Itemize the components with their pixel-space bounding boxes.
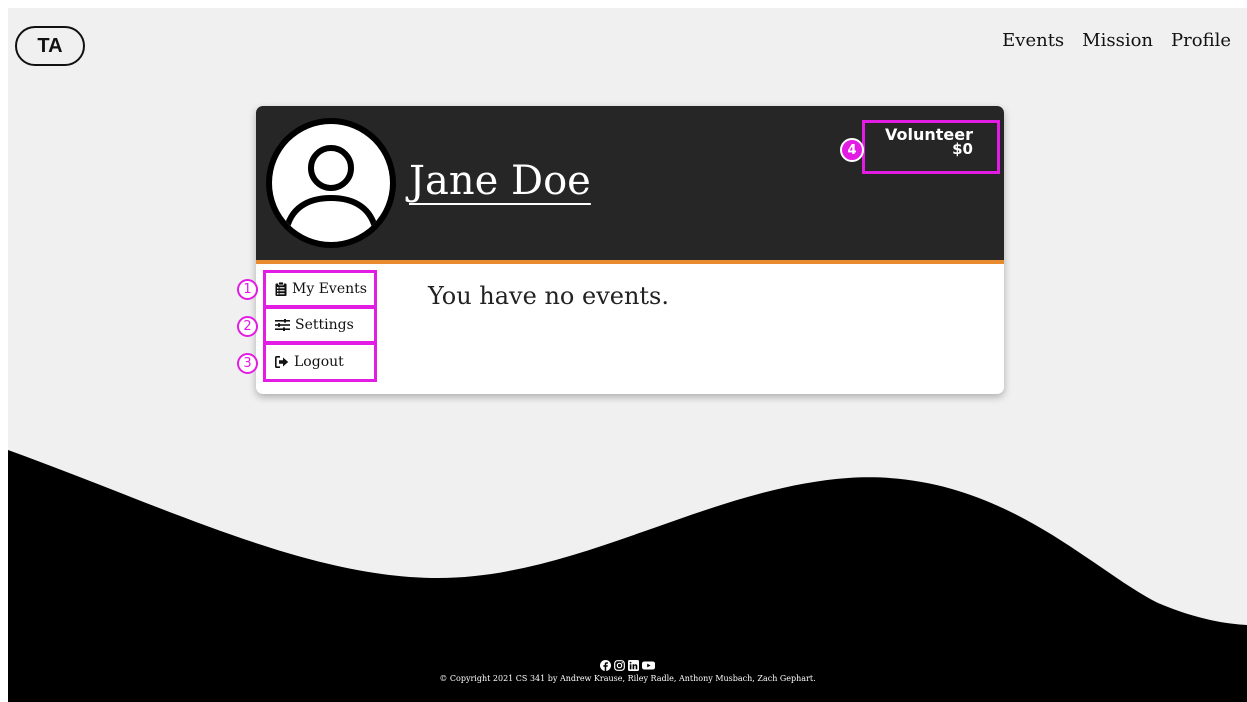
footer: © Copyright 2021 CS 341 by Andrew Krause… [8, 660, 1247, 683]
profile-card: Jane Doe Volunteer $0 My Events Settings… [256, 106, 1004, 394]
profile-header: Jane Doe Volunteer $0 [256, 106, 1004, 264]
logo[interactable]: TA [15, 26, 85, 66]
sliders-icon [275, 319, 290, 331]
sign-out-icon [275, 356, 289, 368]
user-name: Jane Doe [409, 158, 591, 204]
sidebar-item-settings[interactable]: Settings [263, 306, 377, 344]
donation-amount: $0 [952, 140, 973, 158]
sidebar-item-label: My Events [292, 281, 367, 297]
sidebar-item-logout[interactable]: Logout [263, 342, 377, 382]
youtube-icon[interactable] [642, 660, 655, 671]
social-links [8, 660, 1247, 671]
facebook-icon[interactable] [600, 660, 611, 671]
nav-profile-link[interactable]: Profile [1171, 30, 1231, 51]
sidebar-item-label: Settings [295, 317, 354, 333]
avatar [266, 118, 396, 248]
annotation-badge-4: 4 [840, 138, 864, 162]
empty-events-message: You have no events. [428, 282, 669, 310]
sidebar-item-my-events[interactable]: My Events [263, 270, 377, 308]
copyright-text: © Copyright 2021 CS 341 by Andrew Krause… [439, 674, 816, 683]
annotation-badge-1: 1 [237, 279, 258, 300]
linkedin-icon[interactable] [628, 660, 639, 671]
user-avatar-icon [272, 124, 390, 242]
instagram-icon[interactable] [614, 660, 625, 671]
role-box: Volunteer $0 [862, 120, 1000, 174]
annotation-badge-3: 3 [237, 353, 258, 374]
clipboard-list-icon [275, 282, 287, 296]
annotation-badge-2: 2 [237, 316, 258, 337]
sidebar-item-label: Logout [294, 354, 344, 370]
nav-mission-link[interactable]: Mission [1082, 30, 1153, 51]
page: TA Events Mission Profile Jane Doe Volun… [8, 8, 1247, 702]
top-nav: Events Mission Profile [1002, 30, 1231, 51]
nav-events-link[interactable]: Events [1002, 30, 1064, 51]
